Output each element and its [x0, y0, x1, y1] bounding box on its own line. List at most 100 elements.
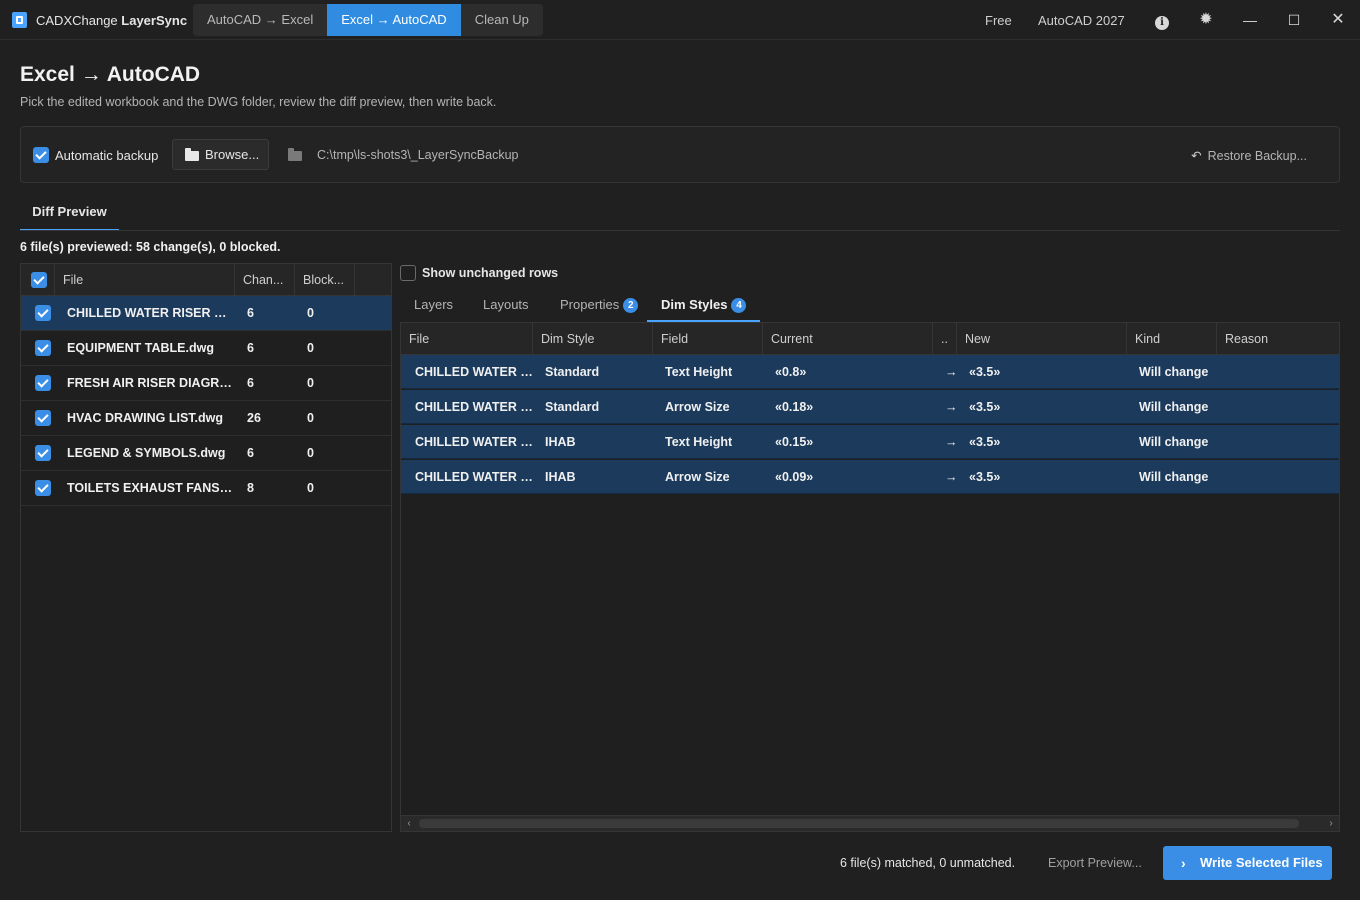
file-blocked: 0: [307, 481, 314, 495]
file-name: TOILETS EXHAUST FANS R...: [67, 481, 235, 495]
diff-row[interactable]: CHILLED WATER R... Standard Text Height …: [401, 355, 1339, 389]
file-name: FRESH AIR RISER DIAGRA...: [67, 376, 235, 390]
mode-tab-excel-to-autocad[interactable]: Excel → AutoCAD: [327, 4, 461, 36]
file-row-checkbox[interactable]: [35, 445, 51, 461]
diff-current: «0.09»: [775, 470, 814, 484]
diff-field: Text Height: [665, 365, 733, 379]
file-row[interactable]: CHILLED WATER RISER DI... 6 0: [21, 296, 391, 331]
write-selected-files-label: Write Selected Files: [1200, 855, 1323, 870]
file-list-header: File Chan... Block...: [21, 264, 391, 296]
mode-tab-clean-up[interactable]: Clean Up: [461, 4, 543, 36]
column-blocked[interactable]: Block...: [295, 264, 355, 296]
diff-new: «3.5»: [969, 400, 1001, 414]
diff-dim-style: Standard: [545, 400, 600, 414]
diff-dim-style: IHAB: [545, 470, 576, 484]
horizontal-scrollbar[interactable]: ‹ ›: [401, 815, 1339, 831]
export-preview-button[interactable]: Export Preview...: [1048, 856, 1142, 870]
tab-properties[interactable]: Properties 2: [560, 290, 639, 322]
column-new[interactable]: New: [957, 323, 1127, 355]
file-list: File Chan... Block... CHILLED WATER RISE…: [20, 263, 392, 832]
file-blocked: 0: [307, 411, 314, 425]
column-arrow[interactable]: ..: [933, 323, 957, 355]
file-row-checkbox[interactable]: [35, 375, 51, 391]
column-file[interactable]: File: [401, 323, 533, 355]
file-row-checkbox[interactable]: [35, 305, 51, 321]
app-logo-icon: [12, 12, 27, 28]
maximize-icon[interactable]: ☐: [1284, 10, 1304, 30]
tab-layers[interactable]: Layers: [414, 290, 453, 322]
scroll-right-icon[interactable]: ›: [1323, 817, 1339, 831]
scroll-left-icon[interactable]: ‹: [401, 817, 417, 831]
file-row[interactable]: HVAC DRAWING LIST.dwg 26 0: [21, 401, 391, 436]
column-current[interactable]: Current: [763, 323, 933, 355]
diff-current: «0.8»: [775, 365, 807, 379]
diff-field: Arrow Size: [665, 470, 730, 484]
tab-dim-styles[interactable]: Dim Styles 4: [647, 290, 761, 322]
diff-kind: Will change: [1139, 470, 1209, 484]
file-row-checkbox[interactable]: [35, 410, 51, 426]
info-icon[interactable]: i: [1152, 10, 1172, 30]
select-all-checkbox[interactable]: [31, 272, 47, 288]
select-all-cell: [21, 264, 55, 296]
close-icon[interactable]: ✕: [1328, 10, 1348, 30]
diff-row[interactable]: CHILLED WATER R... IHAB Arrow Size «0.09…: [401, 460, 1339, 494]
diff-field: Arrow Size: [665, 400, 730, 414]
dim-styles-count-badge: 4: [731, 298, 747, 313]
file-row[interactable]: LEGEND & SYMBOLS.dwg 6 0: [21, 436, 391, 471]
file-row[interactable]: TOILETS EXHAUST FANS R... 8 0: [21, 471, 391, 506]
tab-divider: [20, 230, 1340, 231]
column-changes[interactable]: Chan...: [235, 264, 295, 296]
file-changes: 6: [247, 341, 254, 355]
diff-dim-style: IHAB: [545, 435, 576, 449]
column-reason[interactable]: Reason: [1217, 323, 1339, 355]
diff-current: «0.18»: [775, 400, 814, 414]
file-row-checkbox[interactable]: [35, 480, 51, 496]
file-changes: 26: [247, 411, 261, 425]
file-changes: 6: [247, 306, 254, 320]
diff-row[interactable]: CHILLED WATER R... IHAB Text Height «0.1…: [401, 425, 1339, 459]
automatic-backup-checkbox[interactable]: [33, 147, 49, 163]
file-row-checkbox[interactable]: [35, 340, 51, 356]
diff-kind: Will change: [1139, 365, 1209, 379]
backup-folder-icon: [288, 148, 302, 161]
file-row[interactable]: EQUIPMENT TABLE.dwg 6 0: [21, 331, 391, 366]
chevron-right-icon: ›: [1181, 855, 1186, 871]
browse-button[interactable]: Browse...: [172, 139, 269, 170]
restore-backup-button[interactable]: ↶ Restore Backup...: [1191, 148, 1307, 163]
tab-layouts[interactable]: Layouts: [483, 290, 529, 322]
automatic-backup-label: Automatic backup: [55, 148, 159, 163]
minimize-icon[interactable]: —: [1240, 10, 1260, 30]
show-unchanged-checkbox[interactable]: [400, 265, 416, 281]
column-kind[interactable]: Kind: [1127, 323, 1217, 355]
diff-dim-style: Standard: [545, 365, 600, 379]
scrollbar-thumb[interactable]: [419, 819, 1299, 828]
title-bar: CADXChange LayerSync AutoCAD → Excel Exc…: [0, 0, 1360, 40]
write-selected-files-button[interactable]: › Write Selected Files: [1163, 846, 1332, 880]
tab-diff-preview[interactable]: Diff Preview: [20, 197, 119, 231]
diff-kind: Will change: [1139, 400, 1209, 414]
file-row[interactable]: FRESH AIR RISER DIAGRA... 6 0: [21, 366, 391, 401]
sun-icon[interactable]: ✹: [1196, 10, 1216, 30]
mode-tabs: AutoCAD → Excel Excel → AutoCAD Clean Up: [193, 4, 543, 36]
license-label: Free: [985, 13, 1012, 28]
arrow-right-icon: →: [945, 400, 958, 414]
file-name: CHILLED WATER RISER DI...: [67, 306, 235, 320]
diff-new: «3.5»: [969, 435, 1001, 449]
page-subtitle: Pick the edited workbook and the DWG fol…: [20, 95, 497, 109]
arrow-right-icon: →: [945, 470, 958, 484]
properties-count-badge: 2: [623, 298, 639, 313]
backup-path: C:\tmp\ls-shots3\_LayerSyncBackup: [317, 148, 519, 162]
diff-file: CHILLED WATER R...: [415, 400, 533, 414]
column-field[interactable]: Field: [653, 323, 763, 355]
file-blocked: 0: [307, 446, 314, 460]
diff-new: «3.5»: [969, 365, 1001, 379]
undo-icon: ↶: [1191, 149, 1202, 163]
mode-tab-autocad-to-excel[interactable]: AutoCAD → Excel: [193, 4, 327, 36]
file-name: HVAC DRAWING LIST.dwg: [67, 411, 224, 425]
folder-icon: [185, 148, 199, 161]
column-file[interactable]: File: [55, 264, 235, 296]
column-dim-style[interactable]: Dim Style: [533, 323, 653, 355]
diff-row[interactable]: CHILLED WATER R... Standard Arrow Size «…: [401, 390, 1339, 424]
diff-file: CHILLED WATER R...: [415, 435, 533, 449]
show-unchanged-label: Show unchanged rows: [422, 266, 559, 280]
